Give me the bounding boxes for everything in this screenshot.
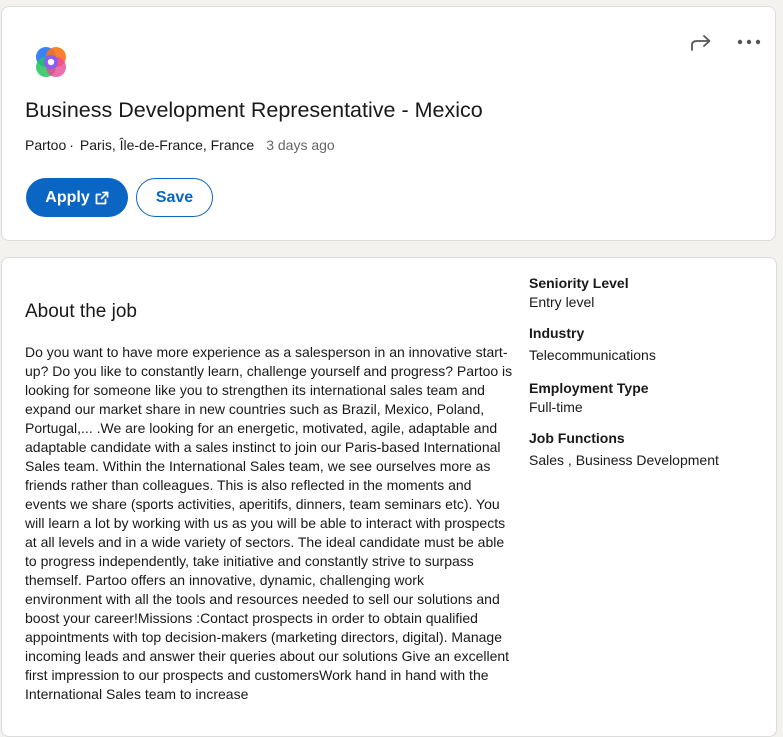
- job-title: Business Development Representative - Me…: [25, 98, 483, 122]
- meta-separator: ·: [69, 137, 74, 153]
- criteria-value-job-functions: Sales , Business Development: [529, 452, 719, 468]
- more-options-icon[interactable]: [736, 34, 762, 50]
- criteria-label-job-functions: Job Functions: [529, 430, 625, 446]
- description-paragraph: Do you want to have more experience as a…: [25, 344, 513, 588]
- share-arrow-icon[interactable]: [689, 33, 713, 53]
- description-paragraph: environment with all the tools and resou…: [25, 591, 510, 702]
- job-header-card: Business Development Representative - Me…: [1, 6, 776, 241]
- external-link-icon: [95, 191, 109, 204]
- criteria-value-seniority: Entry level: [529, 294, 595, 310]
- save-button[interactable]: Save: [136, 178, 213, 217]
- posted-time: 3 days ago: [266, 137, 335, 153]
- company-name[interactable]: Partoo: [25, 137, 66, 153]
- job-location: Paris, Île-de-France, France: [79, 137, 255, 153]
- about-heading: About the job: [25, 301, 137, 322]
- criteria-label-employment-type: Employment Type: [529, 380, 649, 396]
- apply-button[interactable]: Apply: [26, 178, 128, 217]
- job-details-card: About the job Do you want to have more e…: [1, 257, 777, 737]
- apply-button-label: Apply: [45, 188, 90, 206]
- job-description: Do you want to have more experience as a…: [25, 343, 513, 704]
- criteria-value-employment-type: Full-time: [529, 399, 583, 415]
- partoo-logo: [36, 47, 66, 77]
- criteria-label-seniority: Seniority Level: [529, 275, 629, 291]
- job-meta: Partoo · Paris, Île-de-France, France 3 day…: [25, 137, 335, 153]
- criteria-label-industry: Industry: [529, 325, 585, 341]
- criteria-value-industry: Telecommunications: [529, 347, 656, 363]
